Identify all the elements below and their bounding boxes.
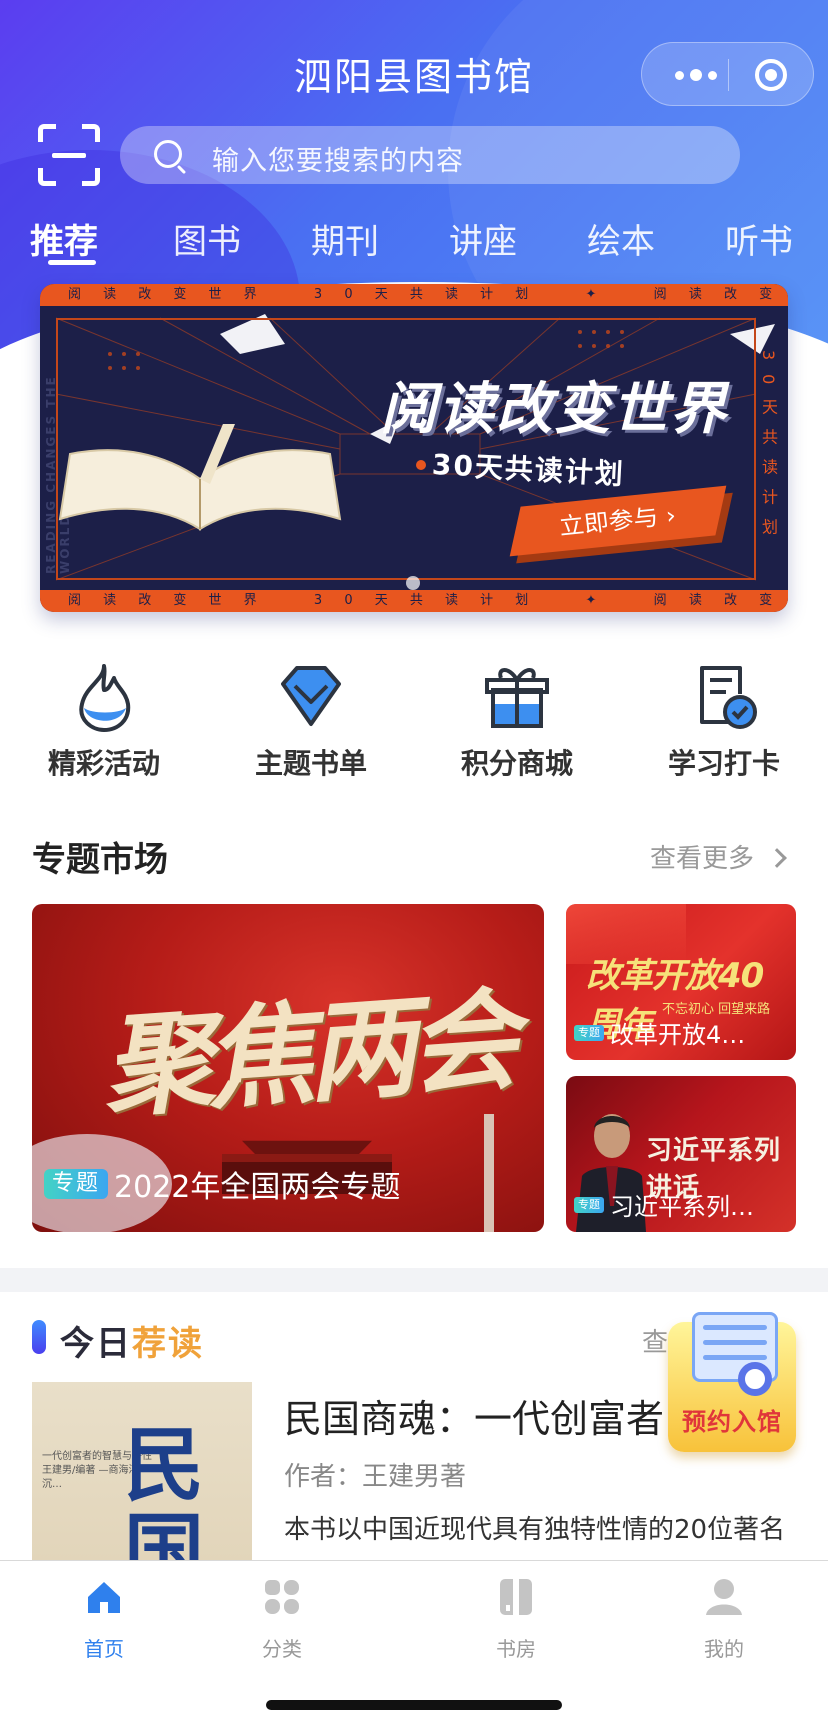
carousel-indicator[interactable]	[406, 576, 420, 590]
quick-link-points-mall[interactable]: 积分商城	[437, 660, 597, 782]
tabbar-label: 分类	[262, 1637, 302, 1661]
tab-label: 绘本	[587, 222, 655, 262]
quick-link-label: 精彩活动	[47, 747, 160, 780]
topic-badge: 专题	[574, 1024, 604, 1041]
topic-card-featured[interactable]: 聚焦两会 专题 2022年全国两会专题	[32, 904, 544, 1232]
tab-label: 讲座	[449, 222, 517, 262]
tab-audiobooks[interactable]: 听书	[709, 214, 809, 263]
quick-link-booklists[interactable]: 主题书单	[231, 660, 391, 782]
tab-label: 图书	[173, 222, 241, 262]
banner-dot	[416, 460, 426, 470]
banner-side-text: 30天共读计划	[759, 349, 778, 549]
tabbar-category[interactable]: 分类	[222, 1577, 342, 1662]
book-cover[interactable]: 一代创富者的智慧与特性 王建男/编著 —商海浮沉… 民国	[32, 1382, 252, 1562]
reserve-visit-label: 预约入馆	[682, 1408, 782, 1436]
close-miniprogram-icon[interactable]	[755, 59, 787, 91]
category-tabs: 推荐 图书 期刊 讲座 绘本 听书	[0, 214, 828, 270]
search-placeholder: 输入您要搜索的内容	[212, 146, 464, 177]
tab-label: 推荐	[30, 222, 98, 262]
scan-icon[interactable]	[38, 124, 100, 186]
topic-title: 改革开放4…	[610, 1021, 746, 1049]
banner-bottom-strip: 阅 读 改 变 世 界 3 0 天 共 读 计 划 ✦ 阅 读 改 变 世 界 …	[40, 590, 788, 612]
topic-badge: 专题	[574, 1196, 604, 1213]
topic-caption: 专题 2022年全国两会专题	[44, 1162, 400, 1206]
more-icon[interactable]	[666, 57, 726, 93]
capsule-divider	[728, 59, 729, 91]
category-icon	[265, 1580, 299, 1614]
search-input[interactable]: 输入您要搜索的内容	[120, 126, 740, 184]
book-title[interactable]: 民国商魂：一代创富者	[284, 1388, 664, 1443]
diamond-icon	[281, 666, 341, 726]
today-title-right: 荐读	[132, 1324, 204, 1364]
book-cover-title: 民国	[124, 1418, 204, 1562]
tabbar-label: 书房	[496, 1637, 536, 1661]
checkin-icon	[700, 666, 757, 729]
tab-recommend[interactable]: 推荐	[14, 214, 114, 265]
search-icon	[154, 140, 182, 168]
quick-link-label: 主题书单	[254, 747, 367, 780]
tabbar-profile[interactable]: 我的	[664, 1577, 784, 1662]
topic-title: 2022年全国两会专题	[114, 1170, 401, 1205]
open-book-illustration	[58, 424, 342, 531]
today-recommend-title: 今日荐读	[60, 1316, 204, 1365]
topic-caption: 专题 改革开放4…	[574, 1015, 790, 1050]
quick-link-activities[interactable]: 精彩活动	[24, 660, 184, 782]
tabbar-bookroom[interactable]: 书房	[456, 1577, 576, 1662]
gear-icon	[738, 1362, 772, 1396]
view-more-label: 查看更多	[649, 844, 754, 874]
topic-card-reform[interactable]: 改革开放40周年 不忘初心 回望来路 专题 改革开放4…	[566, 904, 796, 1060]
banner-headline: 阅读改变世界	[380, 377, 728, 442]
tab-active-indicator	[48, 260, 96, 265]
reserve-visit-button[interactable]: 预约入馆	[652, 1312, 812, 1472]
tabbar-home[interactable]: 首页	[44, 1577, 164, 1662]
home-indicator	[266, 1700, 562, 1710]
tabbar-label: 首页	[84, 1637, 124, 1661]
today-title-left: 今日	[60, 1324, 132, 1364]
quick-links: 精彩活动 主题书单 积分商城 学习打卡	[0, 660, 828, 790]
quick-link-label: 积分商城	[460, 747, 573, 780]
quick-link-checkin[interactable]: 学习打卡	[644, 660, 804, 782]
tab-lectures[interactable]: 讲座	[433, 214, 533, 263]
flame-icon	[79, 664, 131, 732]
section-divider	[0, 1268, 828, 1292]
topic-card-speeches[interactable]: 习近平系列讲话 专题 习近平系列…	[566, 1076, 796, 1232]
promo-banner[interactable]: 阅 读 改 变 世 界 3 0 天 共 读 计 划 ✦ 阅 读 改 变 世 界 …	[40, 284, 788, 612]
gift-icon	[485, 668, 549, 728]
tab-picture-books[interactable]: 绘本	[571, 214, 671, 263]
miniprogram-capsule	[641, 42, 814, 106]
bookroom-icon	[500, 1579, 532, 1615]
topic-caption: 专题 习近平系列…	[574, 1187, 790, 1222]
book-author: 作者：王建男著	[284, 1462, 467, 1492]
huabiao-illustration	[484, 1114, 494, 1232]
section-title: 专题市场	[32, 840, 168, 880]
tab-books[interactable]: 图书	[157, 214, 257, 263]
chevron-right-icon	[767, 848, 787, 868]
view-more-link[interactable]: 查看更多	[649, 838, 787, 875]
topic-title: 习近平系列…	[610, 1193, 754, 1221]
topic-calligraphy: 聚焦两会	[98, 974, 515, 1133]
tab-label: 听书	[725, 222, 793, 262]
section-accent-bar	[32, 1320, 46, 1354]
banner-top-strip: 阅 读 改 变 世 界 3 0 天 共 读 计 划 ✦ 阅 读 改 变 世 界 …	[40, 284, 788, 306]
topic-badge: 专题	[44, 1169, 109, 1199]
quick-link-label: 学习打卡	[667, 747, 780, 780]
tab-periodicals[interactable]: 期刊	[295, 214, 395, 263]
profile-icon	[706, 1579, 742, 1615]
home-icon	[88, 1582, 120, 1613]
tabbar-label: 我的	[704, 1637, 744, 1661]
tab-label: 期刊	[311, 222, 379, 262]
